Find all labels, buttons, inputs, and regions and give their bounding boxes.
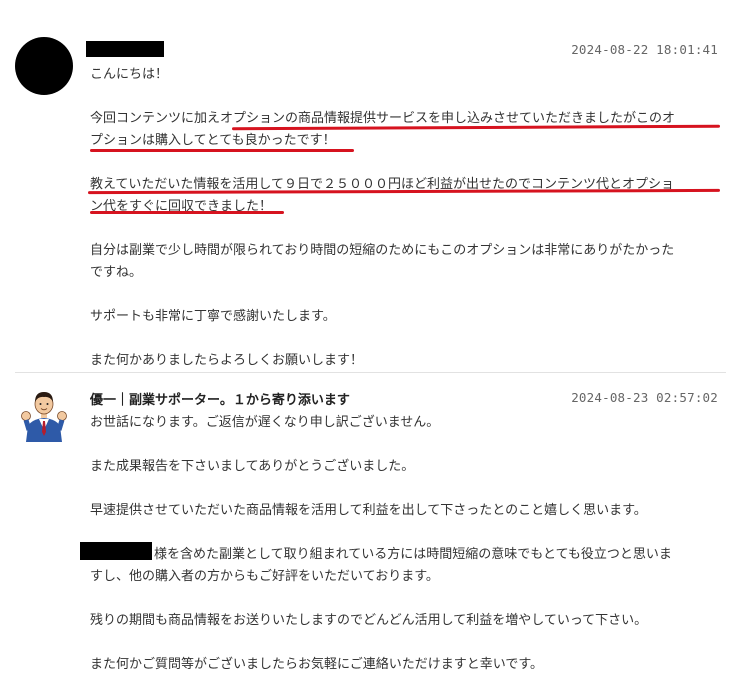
body-line: 様を含めた副業として取り組まれている方には時間短縮の意味でもとても役立つと思いま (154, 547, 672, 562)
redacted-sender-name (86, 41, 164, 57)
highlight-underline (90, 149, 354, 152)
body-line: また何かご質問等がございましたらお気軽にご連絡いただけますと幸いです。 (90, 657, 544, 672)
body-line: ン代をすぐに回収できました！ (90, 199, 273, 214)
body-line: お世話になります。ご返信が遅くなり申し訳ございません。 (90, 415, 440, 430)
message-timestamp: 2024-08-23 02:57:02 (571, 390, 718, 405)
message-timestamp: 2024-08-22 18:01:41 (571, 42, 718, 57)
sender-name[interactable]: 優一｜副業サポーター。１から寄り添います (90, 389, 350, 408)
body-line: ですね。 (90, 265, 143, 280)
highlight-underline (90, 211, 284, 214)
redacted-customer-name (80, 542, 152, 560)
message-body: こんにちは！ 今回コンテンツに加えオプションの商品情報提供サービスを申し込みさせ… (90, 64, 726, 372)
body-line: サポートも非常に丁寧で感謝いたします。 (90, 309, 336, 324)
message-divider (15, 372, 726, 373)
body-line: 早速提供させていただいた商品情報を活用して利益を出して下さったとのこと嬉しく思い… (90, 503, 647, 518)
businessman-avatar-icon[interactable] (20, 386, 68, 442)
body-line: また成果報告を下さいましてありがとうございました。 (90, 459, 415, 474)
message-body: お世話になります。ご返信が遅くなり申し訳ございません。 また成果報告を下さいまし… (90, 412, 726, 676)
body-line: すし、他の購入者の方からもご好評をいただいております。 (90, 569, 439, 584)
body-line: 残りの期間も商品情報をお送りいたしますのでどんどん活用して利益を増やしていって下… (90, 613, 648, 628)
body-line: また何かありましたらよろしくお願いします！ (90, 353, 364, 368)
avatar[interactable] (15, 37, 73, 95)
greeting-text: こんにちは！ (90, 67, 169, 82)
body-line: 自分は副業で少し時間が限られており時間の短縮のためにもこのオプションは非常にあり… (90, 243, 675, 258)
